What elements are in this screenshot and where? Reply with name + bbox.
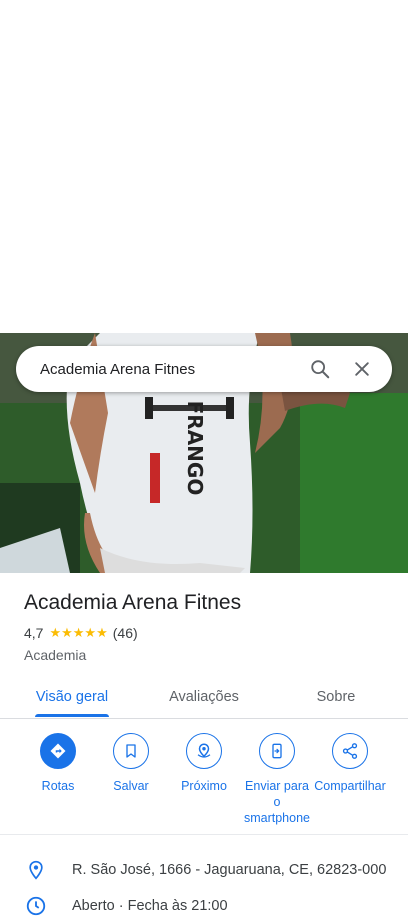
map-blank-area	[0, 0, 408, 333]
clock-icon	[26, 896, 46, 916]
place-title: Academia Arena Fitnes	[24, 591, 242, 614]
nearby-circle	[186, 733, 222, 769]
tab-about[interactable]: Sobre	[280, 676, 392, 718]
nearby-button[interactable]: Próximo	[166, 733, 242, 794]
rating-value: 4,7	[24, 625, 44, 641]
search-button[interactable]	[302, 351, 338, 387]
address-text: R. São José, 1666 - Jaguaruana, CE, 6282…	[72, 862, 387, 878]
close-icon	[355, 362, 369, 376]
rating-row[interactable]: 4,7 ★★★★★ (46)	[24, 625, 138, 641]
active-tab-indicator	[35, 714, 109, 717]
hours-clock-wrapper	[24, 895, 48, 917]
reviews-count[interactable]: (46)	[113, 625, 138, 641]
share-label: Compartilhar	[314, 779, 386, 793]
hours-text: Aberto · Fecha às 21:00	[72, 898, 228, 914]
address-pin-wrapper	[24, 859, 48, 881]
nearby-label: Próximo	[181, 779, 227, 793]
save-circle	[113, 733, 149, 769]
action-buttons: Rotas Salvar Próximo Enviar para o smart…	[0, 733, 408, 833]
tab-reviews[interactable]: Avaliações	[148, 676, 260, 718]
save-button[interactable]: Salvar	[93, 733, 169, 794]
search-input[interactable]	[16, 347, 302, 391]
location-pin-icon	[29, 860, 43, 880]
save-label: Salvar	[113, 779, 149, 793]
share-circle	[332, 733, 368, 769]
search-icon	[311, 360, 330, 379]
share-icon	[342, 743, 358, 759]
directions-button[interactable]: Rotas	[20, 733, 96, 794]
share-button[interactable]: Compartilhar	[312, 733, 388, 794]
send-to-phone-icon	[272, 743, 282, 759]
star-rating-icon: ★★★★★	[49, 625, 108, 640]
bookmark-icon	[126, 744, 136, 758]
divider	[0, 834, 408, 835]
tab-overview[interactable]: Visão geral	[16, 676, 128, 718]
directions-icon	[50, 743, 66, 759]
nearby-icon	[197, 743, 211, 758]
place-category[interactable]: Academia	[24, 647, 86, 663]
send-to-phone-label: Enviar para o smartphone	[243, 779, 310, 825]
hours-row[interactable]: Aberto · Fecha às 21:00	[0, 896, 408, 916]
send-to-phone-circle	[259, 733, 295, 769]
close-button[interactable]	[344, 351, 380, 387]
send-to-phone-button[interactable]: Enviar para o smartphone	[239, 733, 315, 826]
svg-text:FRANGO: FRANGO	[183, 401, 207, 496]
place-tabs: Visão geral Avaliações Sobre	[0, 676, 408, 719]
search-bar[interactable]	[16, 346, 392, 392]
address-row[interactable]: R. São José, 1666 - Jaguaruana, CE, 6282…	[0, 852, 408, 888]
directions-label: Rotas	[41, 779, 75, 793]
directions-circle	[40, 733, 76, 769]
